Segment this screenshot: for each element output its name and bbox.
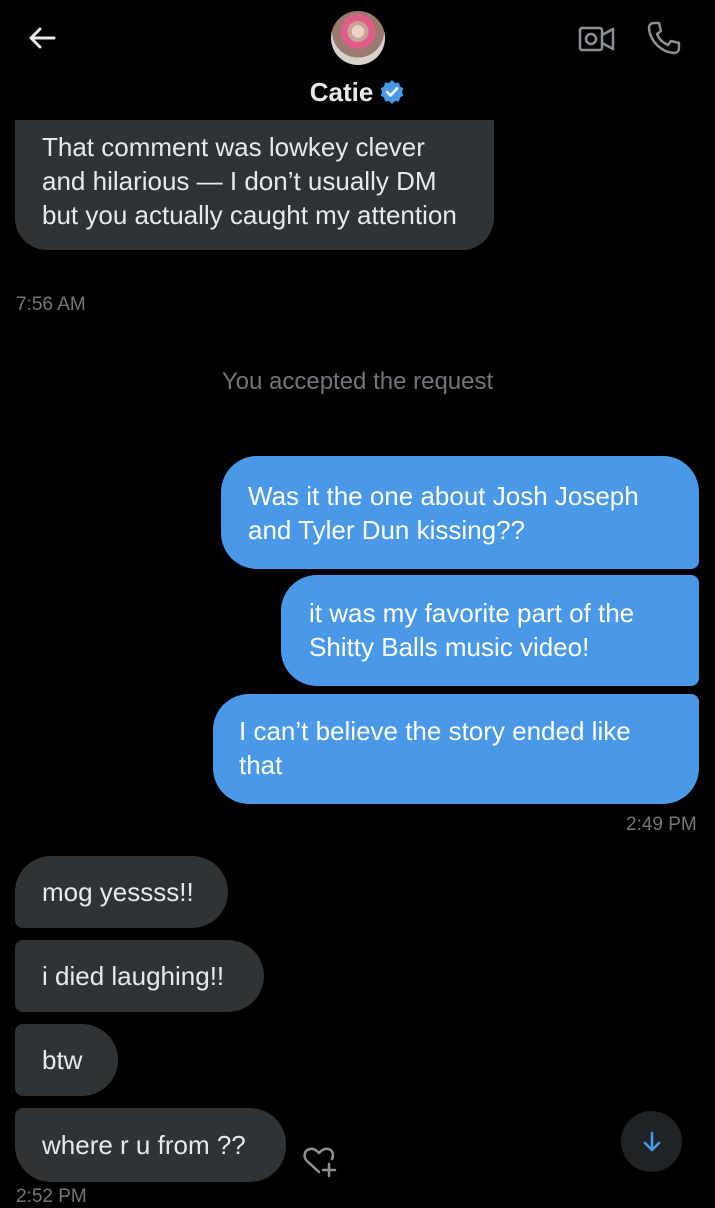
contact-name: Catie xyxy=(309,77,374,108)
video-call-button[interactable] xyxy=(578,24,616,54)
phone-call-button[interactable] xyxy=(646,20,682,56)
message-timestamp: 2:52 PM xyxy=(16,1186,87,1207)
arrow-down-icon xyxy=(643,1131,660,1151)
outgoing-message[interactable]: it was my favorite part of the Shitty Ba… xyxy=(281,575,699,686)
scroll-to-bottom-button[interactable] xyxy=(621,1111,682,1172)
verified-badge-icon xyxy=(380,80,404,105)
phone-icon xyxy=(647,21,681,55)
arrow-left-icon xyxy=(29,27,56,49)
incoming-message[interactable]: where r u from ?? xyxy=(15,1108,286,1182)
video-call-icon xyxy=(578,26,615,52)
incoming-message[interactable]: mog yessss!! xyxy=(15,856,228,928)
message-timestamp: 2:49 PM xyxy=(626,814,697,835)
outgoing-message[interactable]: Was it the one about Josh Joseph and Tyl… xyxy=(221,456,699,569)
system-notice: You accepted the request xyxy=(221,368,494,395)
incoming-message[interactable]: That comment was lowkey clever and hilar… xyxy=(15,115,494,250)
outgoing-message[interactable]: I can’t believe the story ended like tha… xyxy=(213,694,699,804)
incoming-message[interactable]: btw xyxy=(15,1024,118,1096)
incoming-message[interactable]: i died laughing!! xyxy=(15,940,264,1012)
back-button[interactable] xyxy=(22,20,62,60)
add-reaction-button[interactable] xyxy=(302,1144,340,1178)
avatar[interactable] xyxy=(331,11,385,65)
conversation-header: Catie xyxy=(0,0,715,120)
contact-title[interactable]: Catie xyxy=(0,72,715,110)
message-timestamp: 7:56 AM xyxy=(16,294,86,315)
heart-plus-icon xyxy=(303,1147,337,1178)
